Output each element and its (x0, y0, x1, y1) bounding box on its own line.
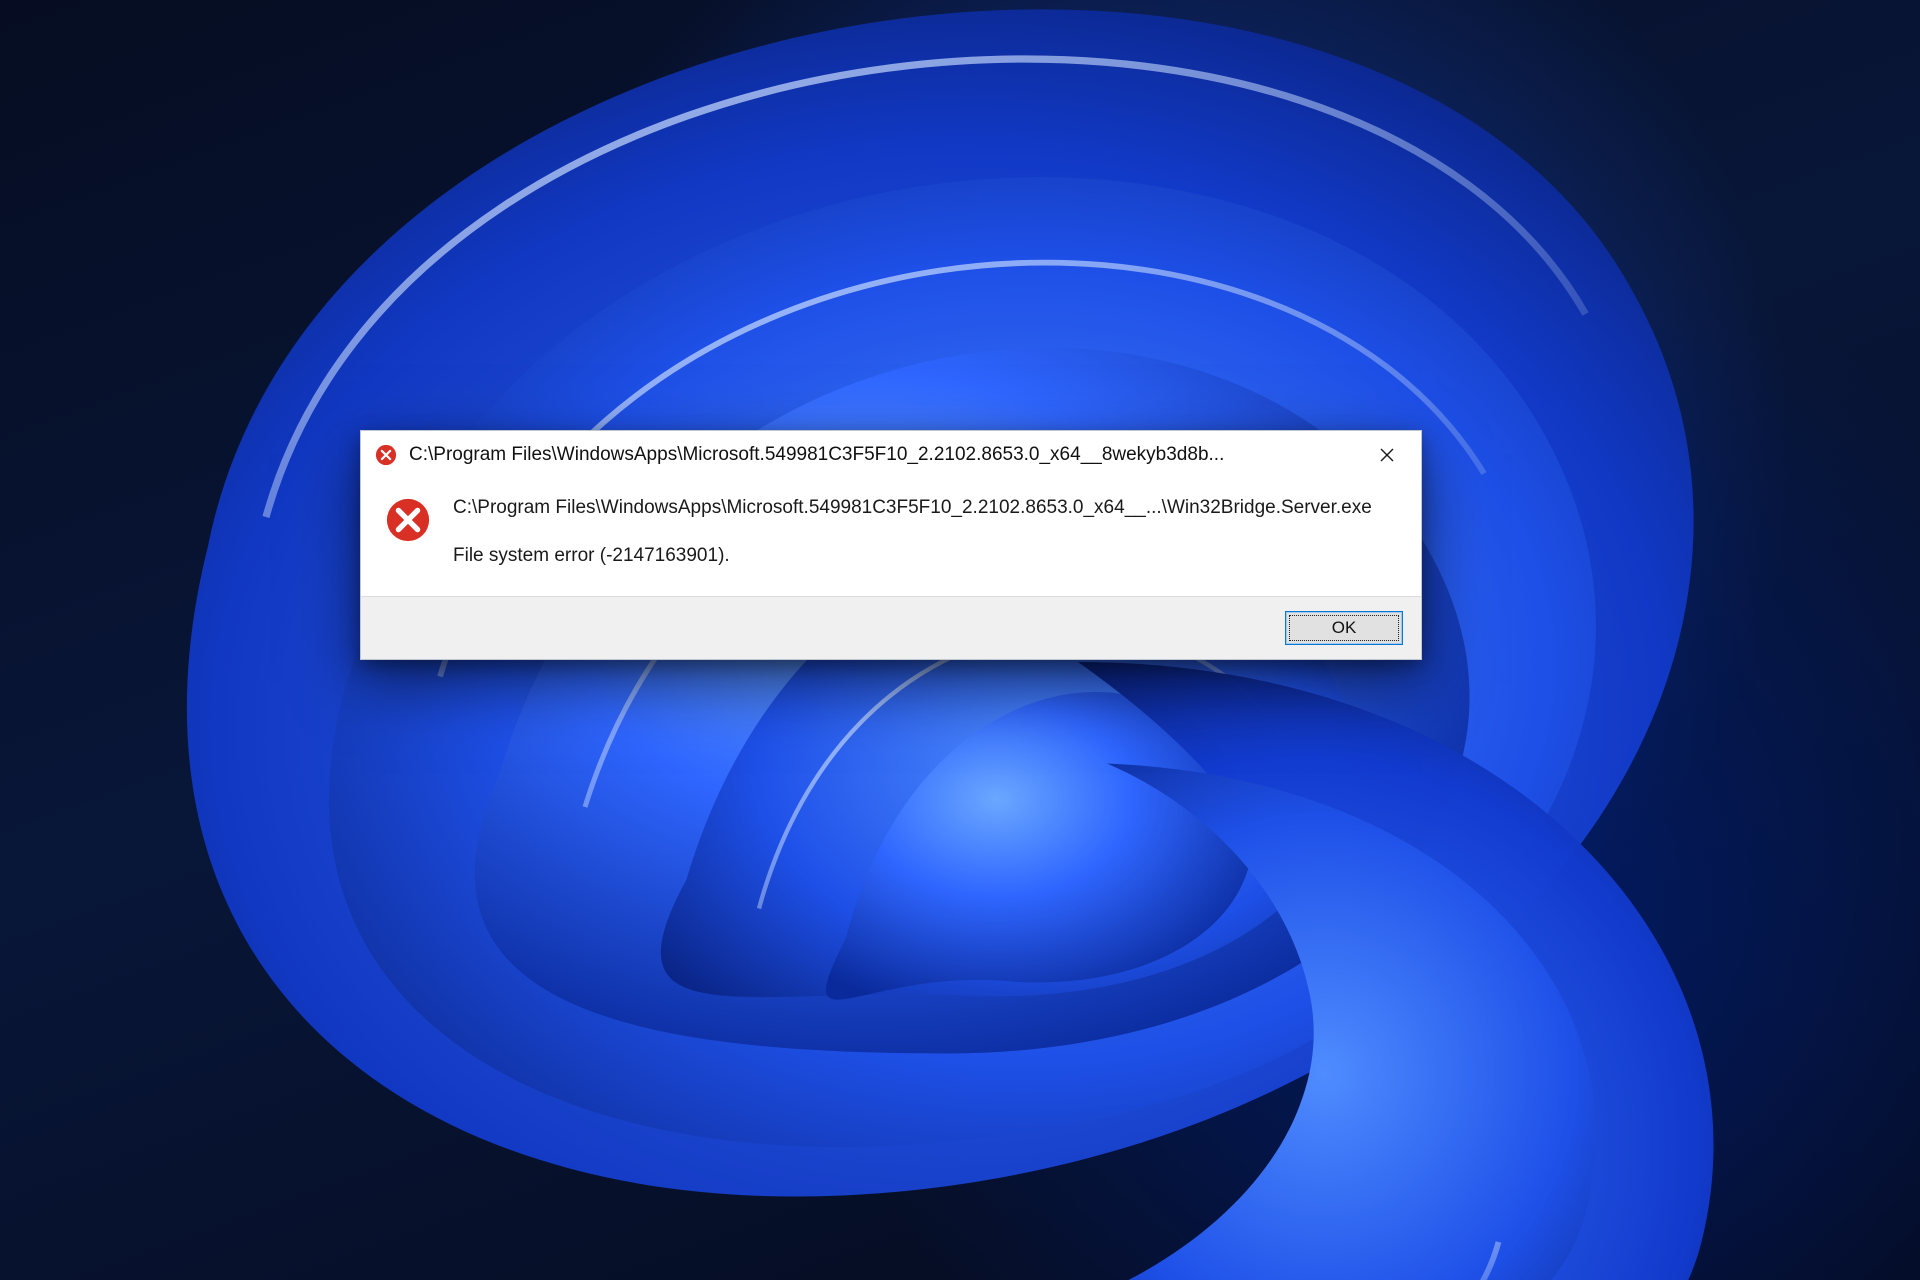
dialog-body: C:\Program Files\WindowsApps\Microsoft.5… (361, 479, 1421, 596)
dialog-message-error: File system error (-2147163901). (453, 543, 1393, 569)
close-button[interactable] (1359, 434, 1415, 476)
dialog-titlebar[interactable]: C:\Program Files\WindowsApps\Microsoft.5… (361, 431, 1421, 479)
error-icon (375, 444, 397, 466)
dialog-title: C:\Program Files\WindowsApps\Microsoft.5… (409, 444, 1359, 466)
ok-button[interactable]: OK (1285, 611, 1403, 645)
dialog-message-path: C:\Program Files\WindowsApps\Microsoft.5… (453, 495, 1393, 521)
error-icon (385, 497, 431, 543)
error-dialog: C:\Program Files\WindowsApps\Microsoft.5… (360, 430, 1422, 660)
dialog-footer: OK (361, 596, 1421, 659)
